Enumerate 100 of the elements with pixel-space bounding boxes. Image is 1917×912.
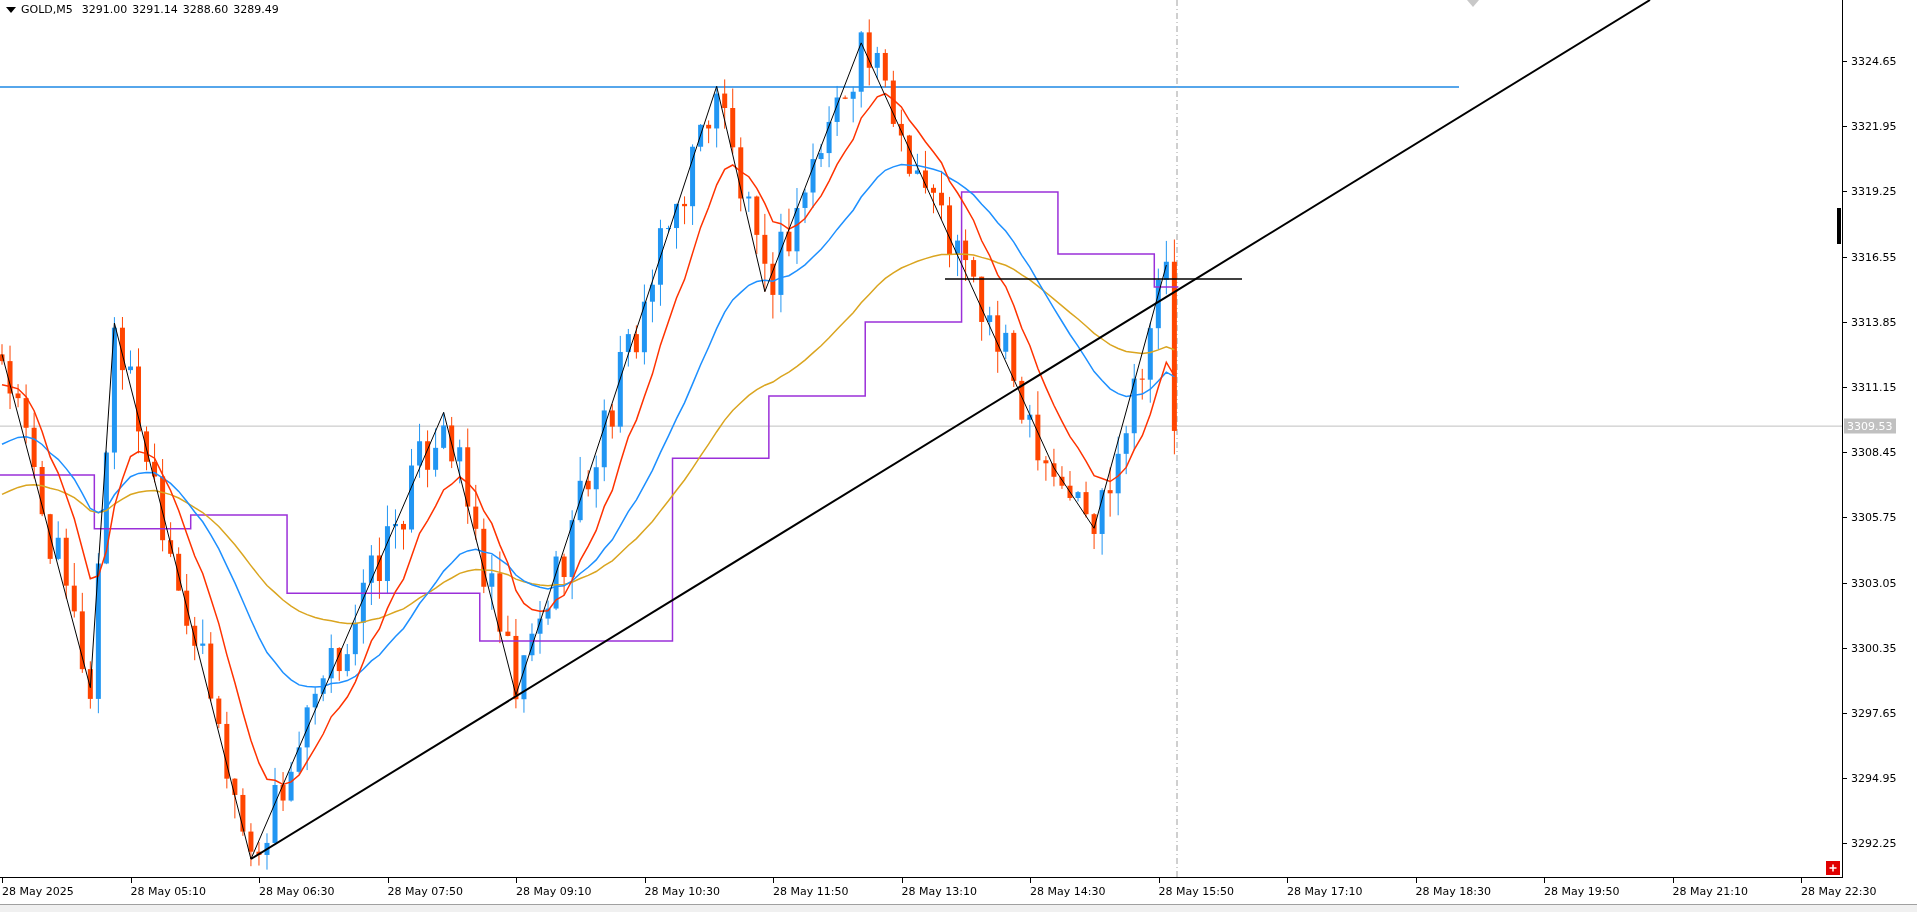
candlestick bbox=[312, 686, 318, 726]
time-axis-label: 28 May 11:50 bbox=[773, 885, 849, 898]
candlestick bbox=[208, 631, 214, 702]
candlestick bbox=[553, 550, 559, 611]
candlestick bbox=[1075, 490, 1081, 502]
candlestick bbox=[128, 350, 133, 375]
candlestick bbox=[368, 544, 374, 606]
candlestick bbox=[232, 777, 238, 819]
candlestick bbox=[192, 616, 198, 661]
time-axis-label: 28 May 07:50 bbox=[387, 885, 463, 898]
time-axis-label: 28 May 2025 bbox=[2, 885, 74, 898]
candlestick bbox=[144, 425, 150, 471]
symbol-label: GOLD,M5 bbox=[21, 3, 73, 16]
price-axis-label: 3313.85 bbox=[1851, 315, 1897, 329]
candlestick bbox=[1059, 465, 1065, 490]
candlestick bbox=[874, 46, 880, 79]
candlestick bbox=[577, 456, 583, 523]
candlestick bbox=[505, 615, 511, 637]
candlestick bbox=[1051, 448, 1057, 487]
candlestick bbox=[328, 634, 334, 694]
price-axis-label: 3305.75 bbox=[1851, 510, 1897, 524]
candlestick bbox=[1019, 376, 1025, 425]
candlestick bbox=[1091, 512, 1097, 550]
current-price-label: 3309.53 bbox=[1844, 418, 1896, 434]
candlestick bbox=[1011, 329, 1017, 388]
time-axis-label: 28 May 19:50 bbox=[1544, 885, 1620, 898]
time-axis-label: 28 May 09:10 bbox=[516, 885, 592, 898]
candlestick bbox=[457, 439, 463, 484]
candlestick bbox=[561, 553, 567, 596]
candlestick bbox=[802, 188, 808, 224]
price-axis-label: 3292.25 bbox=[1851, 836, 1897, 850]
candlestick bbox=[882, 48, 888, 88]
candlestick bbox=[264, 832, 270, 871]
candlestick bbox=[842, 95, 848, 100]
time-axis-label: 28 May 10:30 bbox=[644, 885, 720, 898]
candlestick bbox=[248, 822, 254, 867]
price-axis-label: 3316.55 bbox=[1851, 250, 1897, 264]
candlestick bbox=[939, 170, 944, 221]
candlestick bbox=[256, 841, 262, 867]
candlestick bbox=[296, 731, 302, 775]
time-axis-label: 28 May 18:30 bbox=[1415, 885, 1491, 898]
candlestick bbox=[392, 508, 398, 550]
candlestick bbox=[344, 643, 350, 677]
candlestick bbox=[1123, 425, 1129, 475]
candlestick bbox=[625, 328, 631, 368]
candlestick bbox=[922, 150, 928, 194]
candlestick bbox=[890, 70, 896, 128]
candlestick bbox=[593, 455, 599, 509]
candlestick bbox=[55, 520, 61, 561]
candlestick bbox=[336, 646, 342, 682]
candlestick bbox=[649, 269, 655, 323]
candlestick bbox=[818, 143, 824, 168]
price-axis-label: 3308.45 bbox=[1851, 445, 1897, 459]
candlestick bbox=[376, 537, 382, 600]
candlestick bbox=[1083, 481, 1089, 519]
candlestick bbox=[987, 306, 993, 336]
candlestick bbox=[216, 695, 222, 729]
scroll-marker[interactable] bbox=[1837, 208, 1841, 244]
candlestick bbox=[288, 761, 294, 803]
candlestick bbox=[320, 674, 326, 702]
plus-icon[interactable] bbox=[1826, 861, 1840, 875]
candlestick bbox=[914, 153, 920, 175]
candlestick bbox=[280, 771, 286, 812]
time-axis-label: 28 May 21:10 bbox=[1672, 885, 1748, 898]
candlestick bbox=[401, 520, 406, 551]
candlestick bbox=[1027, 404, 1033, 438]
time-axis-label: 28 May 22:30 bbox=[1801, 885, 1877, 898]
price-value: 3289.49 bbox=[233, 3, 279, 16]
price-value: 3291.14 bbox=[132, 3, 178, 16]
candlestick bbox=[786, 208, 792, 257]
candlestick bbox=[955, 234, 961, 277]
candlestick bbox=[698, 123, 704, 152]
candlestick bbox=[0, 343, 5, 366]
candlestick bbox=[633, 324, 639, 360]
candlestick bbox=[979, 276, 985, 342]
candlestick bbox=[168, 521, 174, 558]
time-axis-label: 28 May 05:10 bbox=[130, 885, 206, 898]
candlestick bbox=[1163, 240, 1169, 295]
time-axis-label: 28 May 13:10 bbox=[901, 885, 977, 898]
candlestick bbox=[1099, 487, 1105, 556]
time-axis-label: 28 May 14:30 bbox=[1030, 885, 1106, 898]
time-axis-label: 28 May 06:30 bbox=[259, 885, 335, 898]
candlestick bbox=[200, 619, 206, 655]
candlestick bbox=[931, 183, 936, 214]
candlestick bbox=[7, 345, 13, 410]
candlestick bbox=[971, 256, 977, 283]
candlestick bbox=[834, 85, 840, 137]
candlestick bbox=[682, 195, 688, 225]
shift-marker-icon[interactable] bbox=[1467, 0, 1479, 7]
price-axis-label: 3300.35 bbox=[1851, 641, 1897, 655]
candlestick bbox=[585, 469, 591, 497]
candlestick bbox=[826, 105, 832, 168]
candlestick bbox=[449, 416, 455, 469]
dropdown-triangle-icon[interactable] bbox=[6, 6, 16, 13]
price-axis-label: 3324.65 bbox=[1851, 54, 1897, 68]
candlestick bbox=[963, 228, 969, 282]
candlestick bbox=[441, 411, 447, 450]
candlestick bbox=[770, 251, 776, 319]
candlestick bbox=[545, 600, 551, 626]
candlestick bbox=[15, 383, 21, 408]
